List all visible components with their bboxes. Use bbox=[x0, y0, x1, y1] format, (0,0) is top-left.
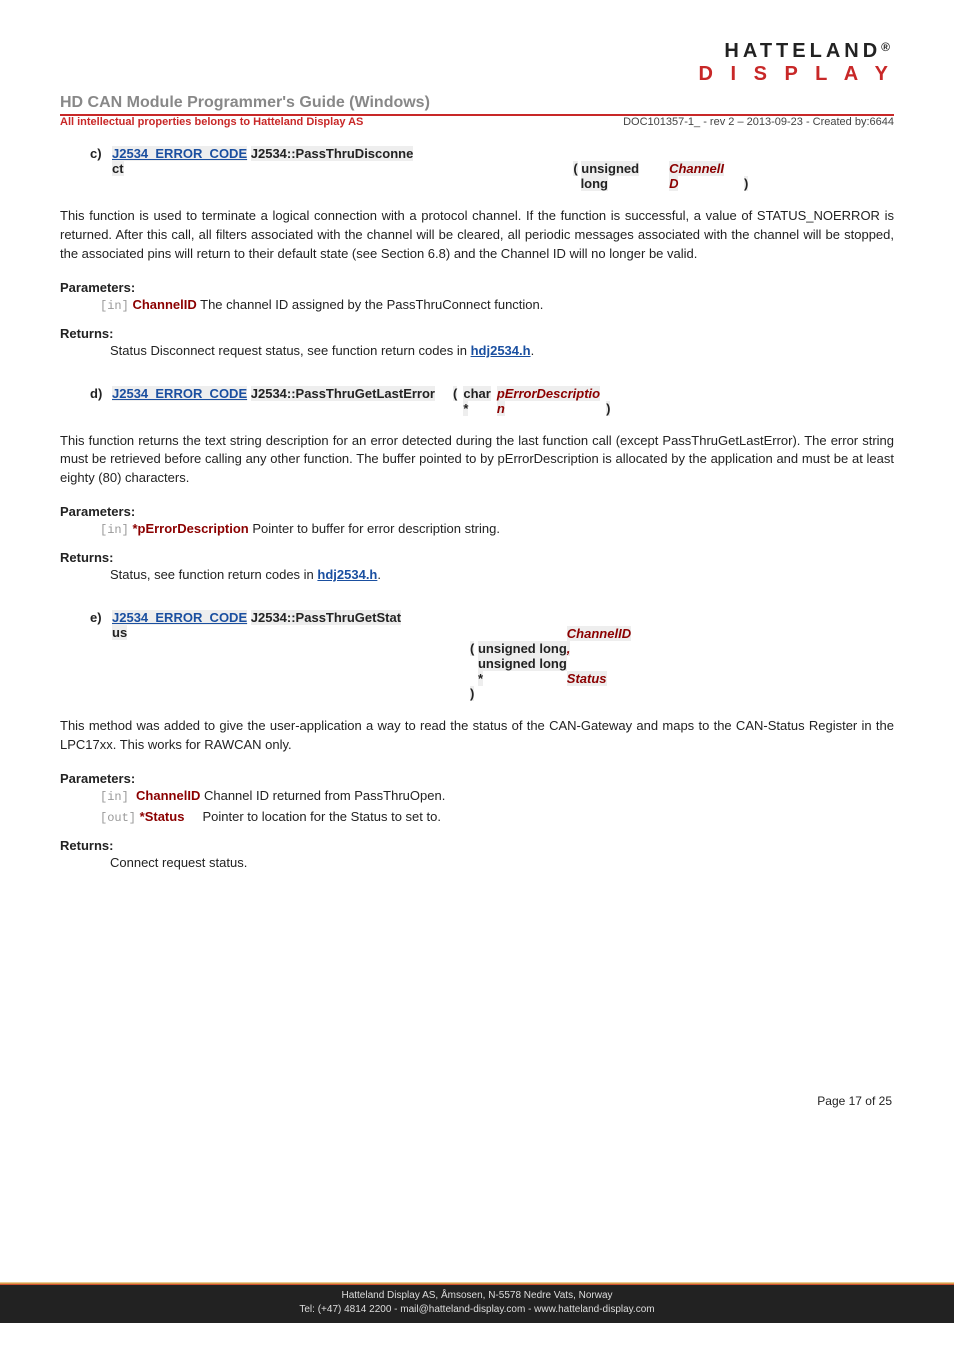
error-code-link[interactable]: J2534_ERROR_CODE bbox=[112, 146, 247, 161]
section-c-description: This function is used to terminate a log… bbox=[60, 207, 894, 264]
param-direction: [in] bbox=[100, 790, 129, 804]
param-name-a: ChannelID bbox=[567, 626, 631, 641]
signature-d: d) J2534_ERROR_CODE J2534::PassThruGetLa… bbox=[90, 386, 894, 416]
footer: Hatteland Display AS, Åmsosen, N-5578 Ne… bbox=[0, 1285, 954, 1323]
section-letter-d: d) bbox=[90, 386, 112, 401]
close-paren: ) bbox=[470, 686, 474, 701]
returns-text: Status, see function return codes in bbox=[110, 567, 317, 582]
returns-dot: . bbox=[531, 343, 535, 358]
error-code-link[interactable]: J2534_ERROR_CODE bbox=[112, 386, 247, 401]
brand-logo: HATTELAND® D I S P L A Y bbox=[60, 40, 894, 86]
close-paren: ) bbox=[606, 401, 610, 416]
returns-label: Returns: bbox=[60, 550, 894, 565]
section-d-description: This function returns the text string de… bbox=[60, 432, 894, 489]
returns-text: Status Disconnect request status, see fu… bbox=[110, 343, 471, 358]
hdj2534-link[interactable]: hdj2534.h bbox=[471, 343, 531, 358]
returns-label: Returns: bbox=[60, 326, 894, 341]
doc-meta: DOC101357-1_ - rev 2 – 2013-09-23 - Crea… bbox=[623, 116, 894, 128]
param-name-bold: ChannelID bbox=[132, 297, 196, 312]
page-number: Page 17 of 25 bbox=[60, 1094, 894, 1108]
param-desc: Pointer to buffer for error description … bbox=[252, 521, 500, 536]
open-paren: ( bbox=[573, 161, 577, 176]
error-code-link[interactable]: J2534_ERROR_CODE bbox=[112, 610, 247, 625]
parameters-label: Parameters: bbox=[60, 771, 894, 786]
func-name-cont: ct bbox=[112, 161, 124, 176]
param-desc: Pointer to location for the Status to se… bbox=[203, 809, 441, 824]
section-letter-c: c) bbox=[90, 146, 112, 161]
section-e-description: This method was added to give the user-a… bbox=[60, 717, 894, 755]
ip-notice: All intellectual properties belongs to H… bbox=[60, 116, 363, 128]
parameters-label: Parameters: bbox=[60, 504, 894, 519]
param-type-b: unsigned long bbox=[478, 656, 567, 671]
param-name-bold: ChannelID bbox=[136, 788, 200, 803]
func-name: J2534::PassThruGetStat bbox=[251, 610, 401, 625]
param-direction: [out] bbox=[100, 811, 136, 825]
footer-line1: Hatteland Display AS, Åmsosen, N-5578 Ne… bbox=[0, 1289, 954, 1303]
logo-reg: ® bbox=[881, 40, 894, 54]
returns-text: Connect request status. bbox=[110, 855, 247, 870]
signature-c: c) J2534_ERROR_CODE J2534::PassThruDisco… bbox=[90, 146, 894, 191]
footer-line2: Tel: (+47) 4814 2200 - mail@hatteland-di… bbox=[0, 1303, 954, 1317]
close-paren: ) bbox=[744, 176, 748, 191]
func-name: J2534::PassThruDisconne bbox=[251, 146, 414, 161]
comma: , bbox=[567, 641, 571, 656]
param-direction: [in] bbox=[100, 523, 129, 537]
logo-top: HATTELAND bbox=[724, 40, 881, 62]
open-paren: ( bbox=[453, 386, 457, 401]
param-name: pErrorDescriptio bbox=[497, 386, 600, 401]
param-desc: Channel ID returned from PassThruOpen. bbox=[204, 788, 445, 803]
returns-dot: . bbox=[377, 567, 381, 582]
returns-label: Returns: bbox=[60, 838, 894, 853]
param-name-cont: n bbox=[497, 401, 505, 416]
param-type-a: unsigned long bbox=[478, 641, 567, 656]
func-name: J2534::PassThruGetLastError bbox=[251, 386, 435, 401]
section-letter-e: e) bbox=[90, 610, 112, 625]
param-name-b: Status bbox=[567, 671, 607, 686]
param-desc: The channel ID assigned by the PassThruC… bbox=[200, 297, 543, 312]
param-type-cont: * bbox=[463, 401, 468, 416]
param-type-b2: * bbox=[478, 671, 483, 686]
param-name-cont: D bbox=[669, 176, 678, 191]
param-direction: [in] bbox=[100, 299, 129, 313]
signature-e: e) J2534_ERROR_CODE J2534::PassThruGetSt… bbox=[90, 610, 894, 701]
param-name: ChannelI bbox=[669, 161, 724, 176]
param-type: char bbox=[463, 386, 490, 401]
hdj2534-link[interactable]: hdj2534.h bbox=[317, 567, 377, 582]
param-type-cont: long bbox=[581, 176, 608, 191]
param-name-bold: *pErrorDescription bbox=[132, 521, 248, 536]
parameters-label: Parameters: bbox=[60, 280, 894, 295]
open-paren: ( bbox=[470, 641, 474, 656]
func-name-cont: us bbox=[112, 625, 127, 640]
param-name-bold: *Status bbox=[140, 809, 185, 824]
param-type: unsigned bbox=[581, 161, 639, 176]
page-title: HD CAN Module Programmer's Guide (Window… bbox=[60, 94, 894, 112]
logo-bottom: D I S P L A Y bbox=[699, 63, 894, 85]
